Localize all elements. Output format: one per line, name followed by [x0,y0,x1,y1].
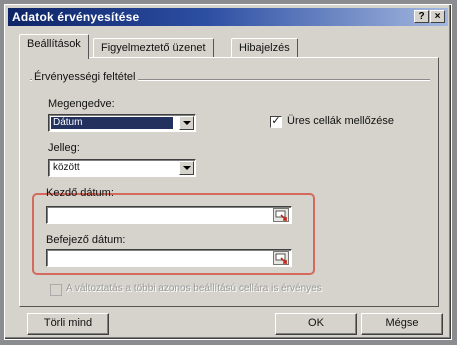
tab-input-message[interactable]: Figyelmeztető üzenet [93,38,214,58]
data-validation-dialog: Adatok érvényesítése ? × Beállítások Fig… [4,4,452,340]
start-date-label: Kezdő dátum: [46,187,114,199]
tab-settings[interactable]: Beállítások [19,34,89,59]
apply-all-checkbox[interactable] [50,284,62,296]
help-button[interactable]: ? [414,10,429,23]
clear-all-button[interactable]: Törli mind [27,313,109,335]
settings-panel: Érvényességi feltétel Megengedve: Dátum … [19,57,439,307]
end-date-field[interactable] [46,249,292,267]
ignore-blank-label: Üres cellák mellőzése [287,115,394,127]
chevron-down-icon[interactable] [179,161,194,175]
dialog-title: Adatok érvényesítése [12,10,140,24]
data-label: Jelleg: [48,142,80,154]
collapse-dialog-icon[interactable] [273,251,289,265]
ignore-blank-checkbox[interactable]: ✓ [270,116,282,128]
end-date-label: Befejező dátum: [46,234,126,246]
close-button[interactable]: × [430,10,445,23]
cancel-button[interactable]: Mégse [361,313,443,335]
allow-combo-value: Dátum [51,117,173,129]
data-combo[interactable]: között [48,159,196,177]
allow-combo[interactable]: Dátum [48,114,196,132]
chevron-down-icon[interactable] [179,116,194,130]
collapse-dialog-icon[interactable] [273,208,289,222]
ok-button[interactable]: OK [275,313,357,335]
tab-error-alert[interactable]: Hibajelzés [231,38,298,58]
start-date-field[interactable] [46,206,292,224]
title-bar[interactable]: Adatok érvényesítése ? × [8,8,448,26]
criteria-group-label: Érvényességi feltétel [32,71,138,83]
apply-all-label: A változtatás a többi azonos beállítású … [66,283,322,294]
data-combo-value: között [53,162,80,173]
allow-label: Megengedve: [48,98,115,110]
